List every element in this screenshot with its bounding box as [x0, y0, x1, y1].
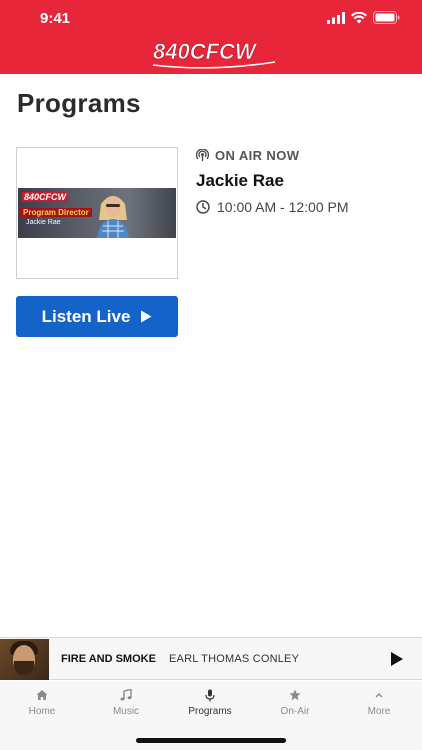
music-icon	[120, 687, 132, 703]
battery-icon	[373, 11, 400, 24]
on-air-label: ON AIR NOW	[215, 148, 300, 163]
status-icons	[327, 11, 400, 24]
tab-label: Music	[112, 706, 140, 717]
now-playing-song: FIRE AND SMOKE	[61, 653, 156, 665]
program-image: 840CFCW Program Director Jackie Rae	[18, 188, 176, 238]
logo-text: 840CFCW	[153, 39, 258, 64]
microphone-icon	[204, 687, 216, 703]
play-button[interactable]	[388, 651, 404, 667]
tab-more[interactable]: More	[337, 687, 421, 717]
album-art-beard	[14, 661, 34, 675]
program-thumbnail[interactable]: 840CFCW Program Director Jackie Rae	[16, 147, 178, 279]
chevron-up-icon	[374, 687, 384, 703]
status-time: 9:41	[40, 10, 71, 27]
station-logo: 840CFCW	[153, 39, 276, 69]
host-name: Jackie Rae	[196, 171, 284, 190]
star-icon	[289, 687, 301, 703]
cellular-signal-icon	[327, 11, 345, 24]
listen-live-label: Listen Live	[41, 306, 131, 326]
tab-label: Programs	[188, 706, 232, 717]
album-art	[0, 639, 49, 680]
play-icon	[141, 310, 152, 323]
status-bar: 9:41	[0, 0, 422, 38]
home-indicator[interactable]	[136, 738, 286, 743]
program-time: 10:00 AM - 12:00 PM	[196, 199, 349, 215]
clock-icon	[196, 200, 210, 214]
tab-music[interactable]: Music	[84, 687, 168, 717]
thumbnail-name: Jackie Rae	[26, 219, 61, 226]
tab-label: On-Air	[280, 706, 310, 717]
tab-on-air[interactable]: On-Air	[253, 687, 337, 717]
tab-home[interactable]: Home	[0, 687, 84, 717]
listen-live-button[interactable]: Listen Live	[16, 296, 178, 337]
now-playing-artist: EARL THOMAS CONLEY	[169, 653, 300, 665]
host-photo	[97, 196, 129, 238]
tab-label: More	[367, 706, 391, 717]
thumbnail-title: Program Director	[20, 208, 92, 217]
home-icon	[36, 687, 48, 703]
app-header: 9:41 840CFCW	[0, 0, 422, 74]
wifi-icon	[351, 11, 367, 23]
now-playing-bar[interactable]: FIRE AND SMOKE EARL THOMAS CONLEY	[0, 637, 422, 680]
page-title: Programs	[17, 88, 141, 118]
broadcast-icon	[196, 149, 209, 162]
time-label: 10:00 AM - 12:00 PM	[217, 199, 349, 215]
tab-label: Home	[28, 706, 56, 717]
thumbnail-logo: 840CFCW	[22, 192, 69, 202]
on-air-indicator: ON AIR NOW	[196, 148, 299, 163]
tab-programs[interactable]: Programs	[168, 687, 252, 717]
